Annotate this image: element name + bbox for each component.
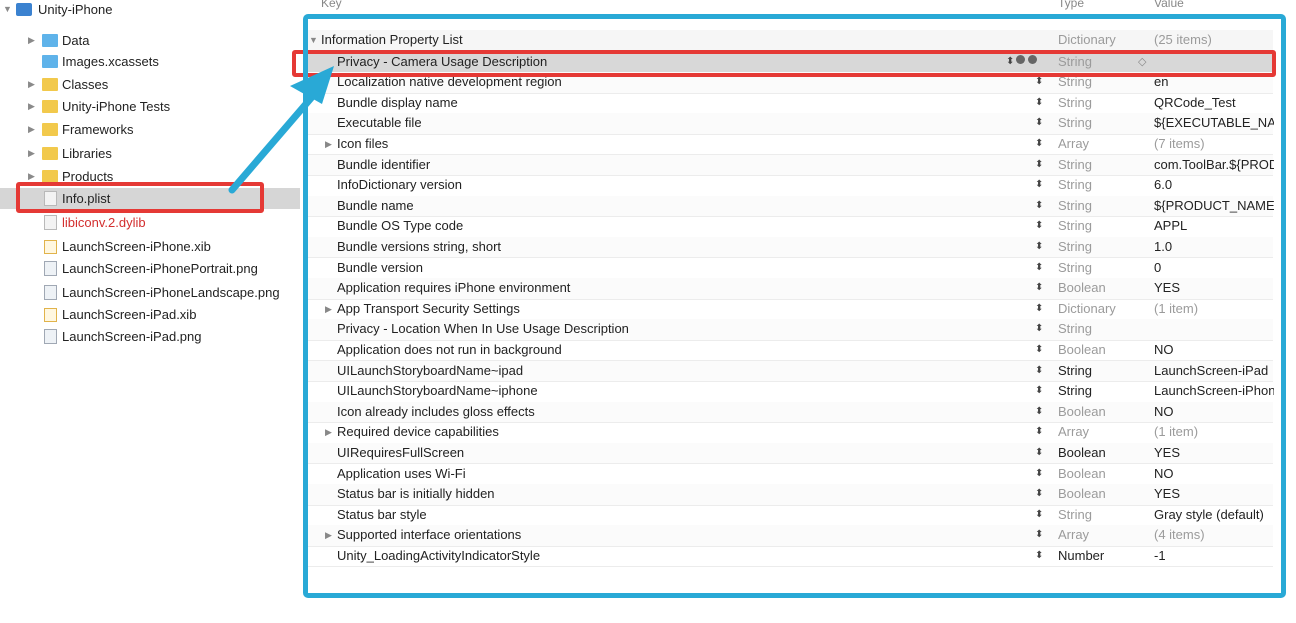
annotation-arrow — [228, 66, 334, 194]
